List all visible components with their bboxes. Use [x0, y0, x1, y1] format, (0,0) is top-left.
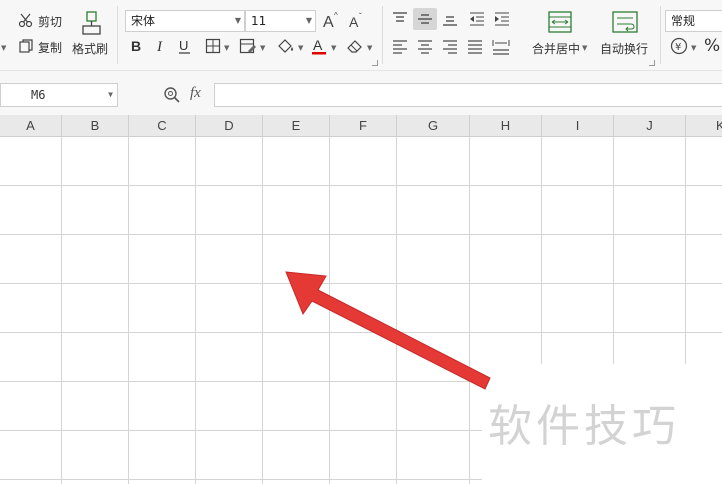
chevron-down-icon[interactable]: ▼: [582, 44, 587, 52]
chevron-down-icon[interactable]: ▼: [224, 44, 229, 52]
watermark-text: 软件技巧: [488, 401, 680, 452]
column-gridline: [329, 137, 330, 484]
increase-font-size-icon[interactable]: A ^: [322, 11, 342, 29]
font-color-icon[interactable]: A: [311, 37, 327, 55]
borders-icon[interactable]: [205, 38, 221, 54]
column-header-b[interactable]: B: [62, 115, 129, 137]
svg-text:B: B: [131, 38, 141, 54]
column-header-e[interactable]: E: [263, 115, 330, 137]
column-header-i[interactable]: I: [542, 115, 614, 137]
align-left-icon[interactable]: [392, 40, 408, 54]
row-gridline: [0, 185, 722, 186]
bold-icon[interactable]: B: [130, 38, 144, 54]
align-top-icon[interactable]: [392, 12, 408, 26]
align-middle-icon[interactable]: [417, 12, 433, 26]
merge-center-button[interactable]: 合并居中: [532, 40, 580, 57]
underline-icon[interactable]: U: [178, 38, 192, 54]
chevron-down-icon: ▼: [305, 16, 312, 25]
chevron-down-icon[interactable]: ▼: [298, 44, 303, 52]
group-divider: [660, 6, 661, 64]
column-header-f[interactable]: F: [330, 115, 397, 137]
column-gridline: [469, 137, 470, 484]
chevron-down-icon[interactable]: ▼: [331, 44, 336, 52]
chevron-down-icon[interactable]: ▼: [691, 44, 696, 52]
insert-function-button[interactable]: fx: [190, 85, 201, 102]
column-gridline: [128, 137, 129, 484]
chevron-down-icon[interactable]: ▼: [367, 44, 372, 52]
distributed-align-icon[interactable]: [492, 39, 510, 55]
cell-style-icon[interactable]: [239, 38, 257, 54]
copy-button[interactable]: 复制: [38, 39, 62, 56]
svg-text:U: U: [179, 38, 188, 53]
column-header-d[interactable]: D: [196, 115, 263, 137]
formula-input[interactable]: [214, 83, 722, 107]
column-header-c[interactable]: C: [129, 115, 196, 137]
font-name-select[interactable]: 宋体 ▼: [125, 10, 245, 32]
column-header-h[interactable]: H: [470, 115, 542, 137]
zoom-search-icon[interactable]: [163, 86, 181, 104]
column-gridline: [195, 137, 196, 484]
name-box[interactable]: M6 ▼: [0, 83, 118, 107]
row-gridline: [0, 332, 722, 333]
svg-text:¥: ¥: [675, 42, 681, 53]
italic-icon[interactable]: I: [155, 38, 169, 54]
row-gridline: [0, 283, 722, 284]
svg-text:A: A: [313, 37, 323, 53]
font-name-value: 宋体: [131, 14, 156, 28]
chevron-down-icon: ▼: [234, 16, 241, 25]
column-gridline: [61, 137, 62, 484]
wrap-text-button[interactable]: 自动换行: [600, 40, 648, 57]
row-gridline: [0, 234, 722, 235]
row-gridline: [0, 381, 482, 382]
column-header-j[interactable]: J: [614, 115, 686, 137]
font-size-select[interactable]: 11 ▼: [245, 10, 316, 32]
arrow-shape: [285, 271, 491, 390]
name-box-value: M6: [31, 88, 46, 102]
number-format-select[interactable]: 常规: [665, 10, 722, 32]
column-header-k[interactable]: K: [686, 115, 722, 137]
font-dialog-launcher[interactable]: [372, 60, 378, 66]
column-gridline: [613, 137, 614, 364]
decrease-font-size-icon[interactable]: Aˇ: [348, 11, 368, 29]
align-center-icon[interactable]: [417, 40, 433, 54]
cut-button[interactable]: 剪切: [38, 13, 62, 30]
column-header-g[interactable]: G: [397, 115, 470, 137]
column-gridline: [541, 137, 542, 364]
eraser-icon[interactable]: [346, 38, 364, 54]
wrap-text-icon[interactable]: [612, 10, 638, 34]
svg-text:ˇ: ˇ: [359, 12, 362, 21]
alignment-dialog-launcher[interactable]: [649, 60, 655, 66]
align-right-icon[interactable]: [442, 40, 458, 54]
row-gridline: [0, 479, 482, 480]
percent-style-button[interactable]: %: [704, 36, 720, 56]
number-format-value: 常规: [671, 14, 696, 28]
format-painter-button[interactable]: 格式刷: [72, 40, 108, 57]
format-painter-icon[interactable]: [80, 10, 102, 36]
decrease-indent-icon[interactable]: [469, 12, 485, 26]
align-bottom-icon[interactable]: [442, 12, 458, 26]
column-gridline: [396, 137, 397, 484]
copy-icon[interactable]: [18, 38, 34, 54]
svg-text:^: ^: [334, 11, 338, 20]
merge-center-icon[interactable]: [548, 10, 572, 34]
svg-text:I: I: [156, 39, 163, 54]
fill-color-icon[interactable]: [276, 38, 296, 54]
group-divider: [382, 6, 383, 64]
font-size-value: 11: [251, 14, 267, 28]
group-divider: [117, 6, 118, 64]
chevron-down-icon[interactable]: ▼: [108, 84, 113, 106]
column-gridline: [685, 137, 686, 364]
column-gridline: [262, 137, 263, 484]
chevron-down-icon[interactable]: ▼: [260, 44, 265, 52]
svg-text:A: A: [349, 14, 359, 29]
column-header-a[interactable]: A: [0, 115, 62, 137]
justify-icon[interactable]: [467, 40, 483, 54]
paste-dropdown-arrow[interactable]: ▼: [1, 44, 6, 52]
cut-icon[interactable]: [18, 12, 34, 28]
increase-indent-icon[interactable]: [494, 12, 510, 26]
currency-format-icon[interactable]: ¥: [670, 37, 688, 55]
svg-text:A: A: [323, 14, 334, 29]
row-gridline: [0, 430, 482, 431]
